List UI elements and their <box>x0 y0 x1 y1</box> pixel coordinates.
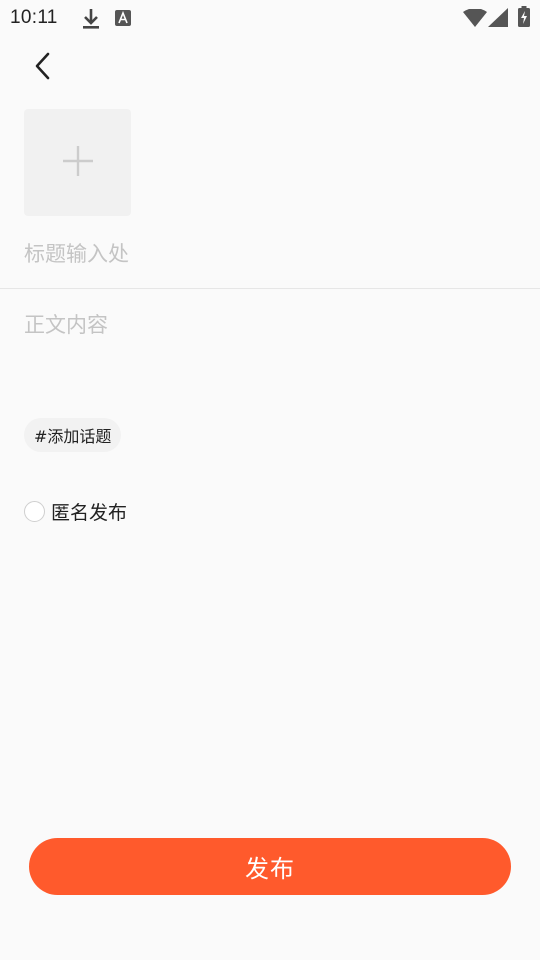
publish-button[interactable]: 发布 <box>29 838 511 895</box>
download-icon <box>81 8 101 34</box>
status-bar: 10:11 <box>0 0 540 36</box>
wifi-icon <box>463 8 487 31</box>
anonymous-toggle[interactable]: 匿名发布 <box>24 497 127 525</box>
status-time: 10:11 <box>10 7 58 28</box>
add-topic-label: #添加话题 <box>34 427 112 446</box>
anonymous-radio[interactable] <box>24 500 45 522</box>
title-input[interactable] <box>24 236 514 272</box>
battery-charging-icon <box>518 6 530 31</box>
divider <box>0 288 540 289</box>
keyboard-a-icon <box>115 10 131 30</box>
anonymous-label: 匿名发布 <box>51 501 128 524</box>
body-input[interactable] <box>24 309 514 399</box>
add-topic-chip[interactable]: #添加话题 <box>24 418 122 452</box>
add-image-button[interactable] <box>24 109 131 216</box>
back-button[interactable] <box>24 48 60 88</box>
chevron-left-icon <box>32 51 52 85</box>
signal-icon <box>488 8 508 31</box>
plus-icon <box>62 145 94 181</box>
